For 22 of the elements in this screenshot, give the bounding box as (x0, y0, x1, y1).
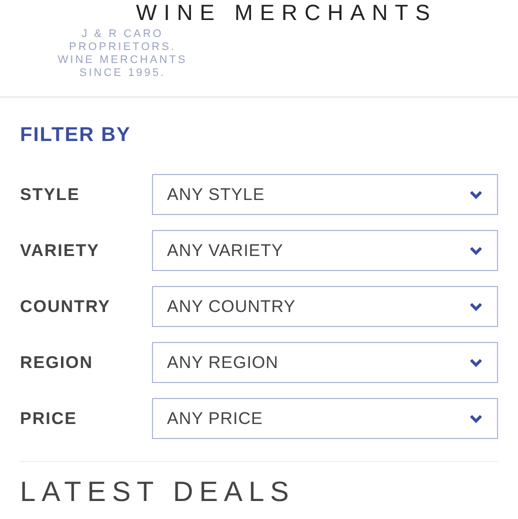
filter-label: VARIETY (20, 240, 100, 262)
chevron-down-icon (469, 190, 483, 200)
logo-text: SINCE 1995. (79, 67, 166, 80)
chevron-down-icon (469, 302, 483, 312)
section-heading: LATEST DEALS (20, 476, 296, 508)
filter-label: PRICE (20, 408, 78, 430)
filter-dropdown[interactable]: ANY STYLE (152, 174, 498, 215)
chevron-down-icon (469, 246, 483, 256)
filter-label: COUNTRY (20, 296, 112, 318)
filter-dropdown[interactable]: ANY COUNTRY (152, 286, 498, 327)
site-title: WINE MERCHANTS (136, 0, 437, 26)
logo-text: J & R CARO (82, 28, 164, 41)
logo-text: PROPRIETORS. (69, 41, 176, 54)
chevron-down-icon (469, 358, 483, 368)
filter-label: STYLE (20, 184, 81, 206)
logo-text: WINE MERCHANTS (58, 54, 188, 67)
chevron-down-icon (469, 414, 483, 424)
filter-dropdown[interactable]: ANY REGION (152, 342, 498, 383)
filter-label: REGION (20, 352, 94, 374)
filter-dropdown[interactable]: ANY PRICE (152, 398, 498, 439)
filter-dropdown[interactable]: ANY VARIETY (152, 230, 498, 271)
filter-heading: FILTER BY (20, 123, 132, 148)
